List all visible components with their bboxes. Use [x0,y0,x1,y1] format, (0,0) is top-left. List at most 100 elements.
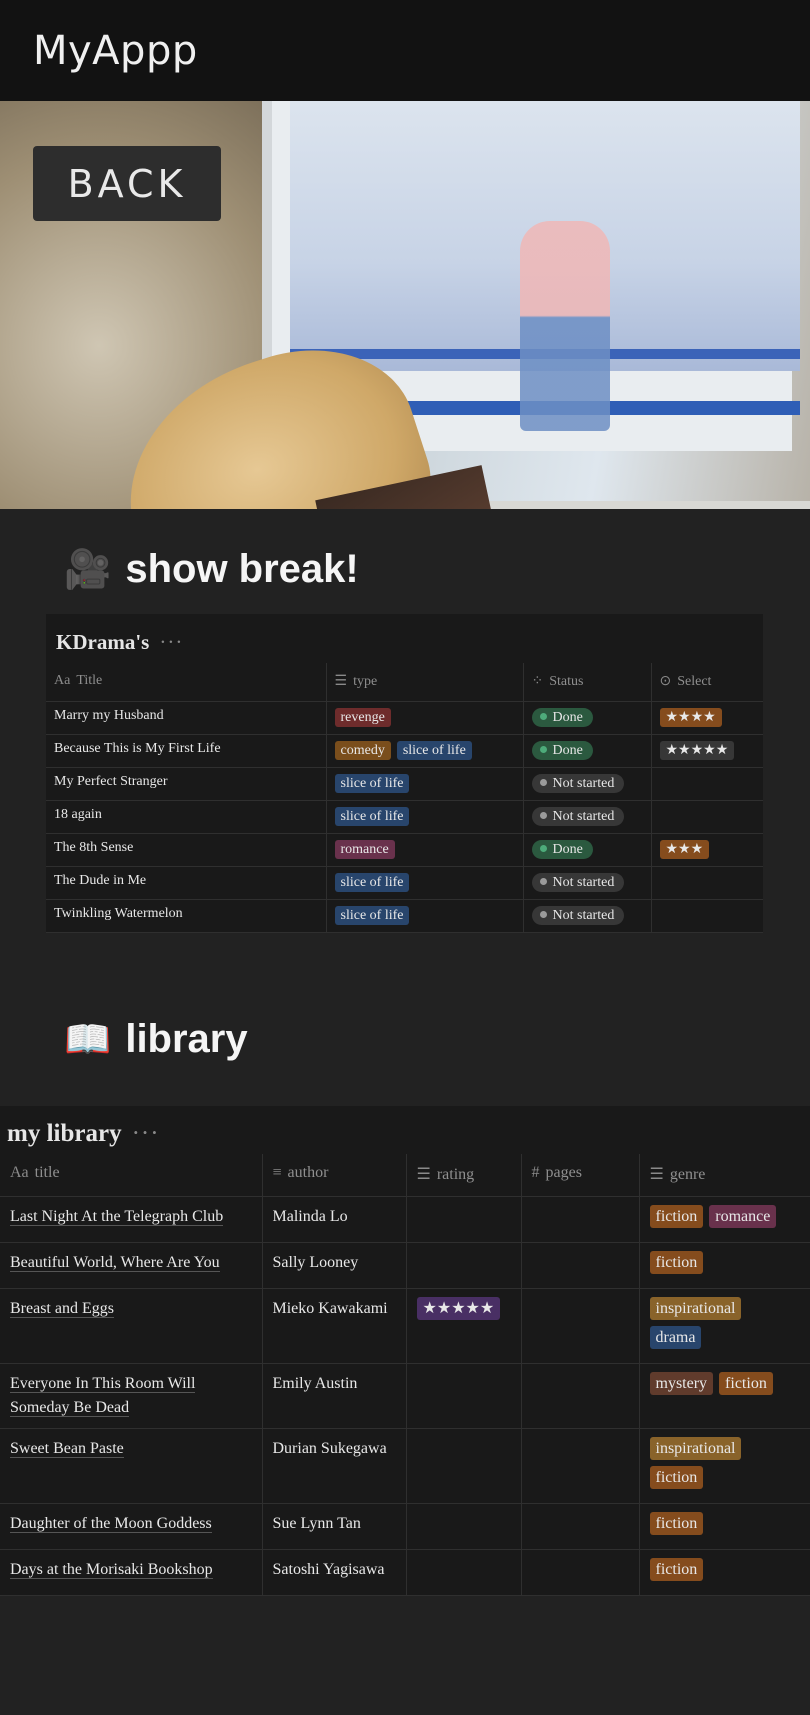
type-tag: slice of life [334,807,410,826]
table-row[interactable]: Days at the Morisaki Bookshop Satoshi Yag… [0,1549,810,1596]
row-title[interactable]: Twinkling Watermelon [46,899,327,933]
table-row[interactable]: The Dude in Me slice of life Not started [46,866,763,900]
row-author[interactable]: Satoshi Yagisawa [262,1549,407,1596]
row-type[interactable]: slice of life [326,866,524,900]
row-title[interactable]: My Perfect Stranger [46,767,327,801]
row-author[interactable]: Sally Looney [262,1242,407,1289]
row-genre[interactable]: fiction [639,1503,810,1550]
table-row[interactable]: Everyone In This Room Will Someday Be De… [0,1363,810,1429]
row-type[interactable]: slice of life [326,767,524,801]
table-row[interactable]: Sweet Bean Paste Durian Sukegawa inspirati… [0,1428,810,1504]
text-property-icon: Aa [10,1164,29,1181]
row-title[interactable]: Days at the Morisaki Bookshop [0,1549,263,1596]
row-title[interactable]: 18 again [46,800,327,834]
library-db-title[interactable]: my library [7,1120,122,1147]
row-title[interactable]: Last Night At the Telegraph Club [0,1196,263,1243]
star-rating-tag: ★★★★ [659,708,722,727]
row-genre[interactable]: fiction [639,1242,810,1289]
row-select[interactable] [651,899,763,933]
row-rating[interactable] [406,1196,522,1243]
more-options-icon[interactable]: ··· [132,1120,160,1147]
column-header-pages[interactable]: # pages [521,1154,640,1197]
table-row[interactable]: Breast and Eggs Mieko Kawakami ★★★★★ inspir… [0,1288,810,1364]
row-type[interactable]: revenge [326,701,524,735]
column-header-genre[interactable]: ☰ genre [639,1154,810,1197]
column-header-rating[interactable]: ☰ rating [406,1154,522,1197]
row-pages[interactable] [521,1196,640,1243]
column-header-type[interactable]: ☰ type [326,663,524,702]
row-select[interactable] [651,866,763,900]
row-status[interactable]: Not started [523,866,652,900]
row-status[interactable]: Done [523,701,652,735]
column-header-title[interactable]: Aa Title [46,663,327,702]
kdrama-db-title[interactable]: KDrama's [56,630,149,654]
column-header-author[interactable]: ≡ author [262,1154,407,1197]
row-select[interactable]: ★★★★★ [651,734,763,768]
table-row[interactable]: Beautiful World, Where Are You Sally Loon… [0,1242,810,1289]
row-author[interactable]: Malinda Lo [262,1196,407,1243]
row-title[interactable]: Sweet Bean Paste [0,1428,263,1504]
row-title[interactable]: Marry my Husband [46,701,327,735]
row-title[interactable]: Daughter of the Moon Goddess [0,1503,263,1550]
row-author[interactable]: Mieko Kawakami [262,1288,407,1364]
row-author[interactable]: Sue Lynn Tan [262,1503,407,1550]
row-genre[interactable]: fiction romance [639,1196,810,1243]
row-rating[interactable] [406,1242,522,1289]
row-status[interactable]: Done [523,734,652,768]
row-type[interactable]: slice of life [326,899,524,933]
row-select[interactable]: ★★★ [651,833,763,867]
row-genre[interactable]: mystery fiction [639,1363,810,1429]
row-title[interactable]: Because This is My First Life [46,734,327,768]
row-status[interactable]: Not started [523,800,652,834]
row-rating[interactable] [406,1549,522,1596]
jellyfish-icon[interactable] [46,481,156,509]
row-title[interactable]: The Dude in Me [46,866,327,900]
row-type[interactable]: slice of life [326,800,524,834]
table-row[interactable]: Daughter of the Moon Goddess Sue Lynn Tan… [0,1503,810,1550]
row-rating[interactable] [406,1503,522,1550]
table-row[interactable]: Last Night At the Telegraph Club Malinda … [0,1196,810,1243]
row-type[interactable]: romance [326,833,524,867]
kdrama-database: KDrama's ··· Aa Title ☰ type ⁘ Status ⊙ Selec… [46,614,763,933]
row-rating[interactable] [406,1428,522,1504]
column-header-select[interactable]: ⊙ Select [651,663,763,702]
table-row[interactable]: Marry my Husband revenge Done ★★★★ [46,701,763,735]
row-type[interactable]: comedy slice of life [326,734,524,768]
genre-tag: fiction [649,1512,704,1535]
row-pages[interactable] [521,1503,640,1550]
table-row[interactable]: My Perfect Stranger slice of life Not star… [46,767,763,801]
row-select[interactable] [651,800,763,834]
row-genre[interactable]: inspirational fiction [639,1428,810,1504]
row-title[interactable]: Beautiful World, Where Are You [0,1242,263,1289]
back-button[interactable]: BACK [33,146,221,221]
status-badge: Not started [531,906,625,925]
row-status[interactable]: Done [523,833,652,867]
row-rating[interactable]: ★★★★★ [406,1288,522,1364]
table-row[interactable]: The 8th Sense romance Done ★★★ [46,833,763,867]
row-select[interactable] [651,767,763,801]
row-pages[interactable] [521,1288,640,1364]
row-status[interactable]: Not started [523,767,652,801]
more-options-icon[interactable]: ··· [159,630,183,654]
row-pages[interactable] [521,1428,640,1504]
row-genre[interactable]: inspirational drama [639,1288,810,1364]
row-status[interactable]: Not started [523,899,652,933]
table-row[interactable]: Twinkling Watermelon slice of life Not sta… [46,899,763,933]
row-select[interactable]: ★★★★ [651,701,763,735]
row-pages[interactable] [521,1242,640,1289]
status-badge: Done [531,840,593,859]
row-genre[interactable]: fiction [639,1549,810,1596]
row-title[interactable]: The 8th Sense [46,833,327,867]
row-title[interactable]: Everyone In This Room Will Someday Be De… [0,1363,263,1429]
status-dot-icon [539,746,547,753]
row-author[interactable]: Emily Austin [262,1363,407,1429]
column-header-title[interactable]: Aa title [0,1154,263,1197]
column-header-status[interactable]: ⁘ Status [523,663,652,702]
table-row[interactable]: Because This is My First Life comedy slice… [46,734,763,768]
row-author[interactable]: Durian Sukegawa [262,1428,407,1504]
row-rating[interactable] [406,1363,522,1429]
row-pages[interactable] [521,1549,640,1596]
row-title[interactable]: Breast and Eggs [0,1288,263,1364]
table-row[interactable]: 18 again slice of life Not started [46,800,763,834]
row-pages[interactable] [521,1363,640,1429]
